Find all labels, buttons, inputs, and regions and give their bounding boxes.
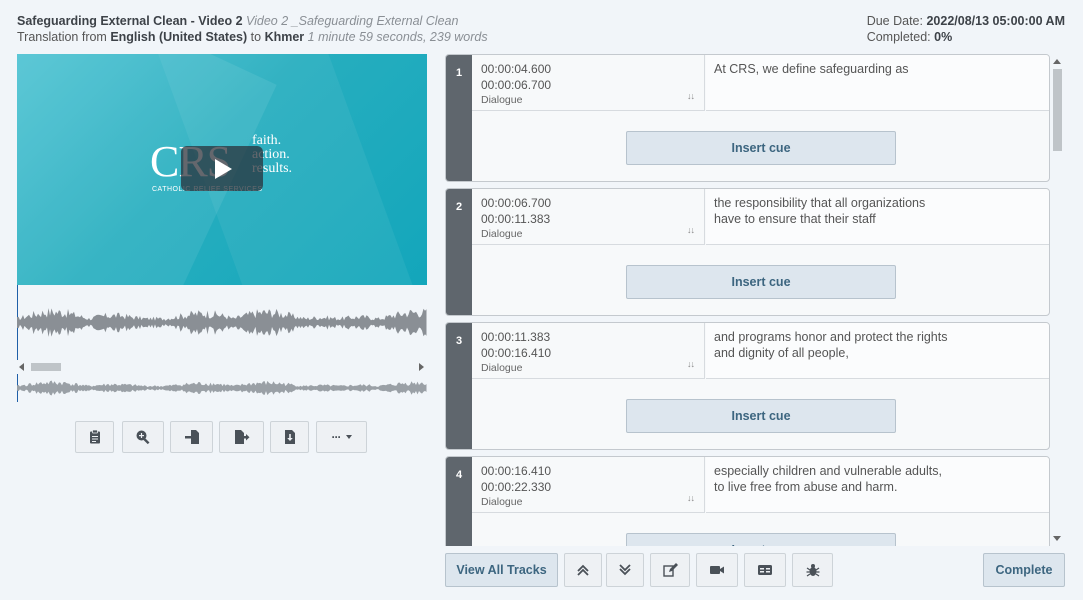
cue-text[interactable]: especially children and vulnerable adult…	[706, 457, 1049, 513]
cue-text[interactable]: At CRS, we define safeguarding as	[706, 55, 1049, 111]
view-all-tracks-button[interactable]: View All Tracks	[445, 553, 558, 587]
cue-end-time: 00:00:16.410	[481, 346, 552, 360]
export-button[interactable]	[219, 421, 264, 453]
cue-end-time: 00:00:06.700	[481, 78, 552, 92]
cue-text-line: to live free from abuse and harm.	[714, 480, 898, 494]
clipboard-button[interactable]	[75, 421, 114, 453]
task-status: Due Date: 2022/08/13 05:00:00 AM Complet…	[867, 13, 1065, 45]
next-cue-button[interactable]	[606, 553, 644, 587]
import-icon	[184, 430, 199, 444]
translation-prefix: Translation from	[17, 30, 107, 44]
sort-icon[interactable]: ↓↓	[687, 88, 695, 104]
zoom-button[interactable]	[122, 421, 164, 453]
cue-text-line: and dignity of all people,	[714, 346, 849, 360]
clipboard-icon	[89, 429, 100, 444]
more-options-button[interactable]: ···	[316, 421, 367, 453]
cue-row: 1 00:00:04.600 00:00:06.700 Dialogue ↓↓ …	[445, 54, 1050, 182]
task-title: Safeguarding External Clean - Video 2	[17, 14, 243, 28]
cue-number: 4	[446, 457, 472, 546]
bug-icon	[806, 564, 819, 577]
cue-number: 1	[446, 55, 472, 181]
video-player[interactable]: CRS faith. action. results. CATHOLIC REL…	[17, 54, 427, 285]
scroll-down-icon[interactable]	[1053, 536, 1061, 541]
edit-button[interactable]	[650, 553, 690, 587]
audio-waveform[interactable]	[17, 285, 427, 360]
complete-button[interactable]: Complete	[983, 553, 1065, 587]
due-date-label: Due Date:	[866, 14, 923, 28]
cue-list-scrollbar[interactable]	[1050, 54, 1064, 546]
cue-text-line: especially children and vulnerable adult…	[714, 464, 942, 478]
insert-cue-button[interactable]: Insert cue	[626, 399, 896, 433]
target-language: Khmer	[264, 30, 305, 44]
cue-start-time: 00:00:04.600	[481, 62, 552, 76]
insert-cue-button[interactable]: Insert cue	[626, 265, 896, 299]
cue-row: 3 00:00:11.383 00:00:16.410 Dialogue ↓↓ …	[445, 322, 1050, 450]
edit-icon	[663, 563, 678, 577]
zoom-in-icon	[136, 430, 150, 445]
previous-cue-button[interactable]	[564, 553, 602, 587]
insert-cue-button[interactable]: Insert cue	[626, 131, 896, 165]
cue-timing[interactable]: 00:00:06.700 00:00:11.383 Dialogue ↓↓	[472, 189, 705, 245]
completed-label: Completed:	[866, 30, 931, 44]
more-icon: ···	[331, 430, 342, 444]
import-button[interactable]	[170, 421, 213, 453]
play-icon[interactable]	[181, 146, 263, 191]
cue-text-line: At CRS, we define safeguarding as	[714, 62, 909, 76]
cue-timing[interactable]: 00:00:16.410 00:00:22.330 Dialogue ↓↓	[472, 457, 705, 513]
video-camera-icon	[710, 566, 724, 574]
cue-type: Dialogue	[481, 94, 523, 106]
cue-row: 4 00:00:16.410 00:00:22.330 Dialogue ↓↓ …	[445, 456, 1050, 546]
waveform-scrollbar[interactable]	[17, 361, 427, 373]
cue-start-time: 00:00:06.700	[481, 196, 552, 210]
cue-type: Dialogue	[481, 362, 523, 374]
cue-text-line: the responsibility that all organization…	[714, 196, 926, 210]
cue-number: 3	[446, 323, 472, 449]
scrollbar-thumb[interactable]	[31, 363, 61, 371]
cue-text-line: have to ensure that their staff	[714, 212, 876, 226]
double-chevron-down-icon	[619, 564, 631, 576]
task-subtitle: Video 2 _Safeguarding External Clean	[246, 14, 459, 28]
duration-info: 1 minute 59 seconds, 239 words	[307, 30, 488, 44]
double-chevron-up-icon	[577, 564, 589, 576]
cue-type: Dialogue	[481, 496, 523, 508]
report-bug-button[interactable]	[792, 553, 833, 587]
source-language: English (United States)	[110, 30, 248, 44]
chevron-down-icon	[345, 435, 352, 439]
cue-text[interactable]: the responsibility that all organization…	[706, 189, 1049, 245]
scroll-up-icon[interactable]	[1053, 59, 1061, 64]
cue-text[interactable]: and programs honor and protect the right…	[706, 323, 1049, 379]
sort-icon[interactable]: ↓↓	[687, 222, 695, 238]
insert-cue-button[interactable]: Insert cue	[626, 533, 896, 546]
scroll-right-icon[interactable]	[419, 363, 424, 371]
cue-list[interactable]: 1 00:00:04.600 00:00:06.700 Dialogue ↓↓ …	[445, 54, 1050, 546]
export-icon	[234, 430, 249, 444]
overview-waveform[interactable]	[17, 374, 427, 402]
closed-caption-icon	[758, 565, 772, 575]
cue-end-time: 00:00:11.383	[481, 212, 551, 226]
download-button[interactable]	[270, 421, 309, 453]
cue-start-time: 00:00:16.410	[481, 464, 552, 478]
completed-value: 0%	[934, 30, 953, 44]
cue-number: 2	[446, 189, 472, 315]
scroll-left-icon[interactable]	[19, 363, 24, 371]
cue-timing[interactable]: 00:00:04.600 00:00:06.700 Dialogue ↓↓	[472, 55, 705, 111]
to-word: to	[250, 30, 262, 44]
cue-row: 2 00:00:06.700 00:00:11.383 Dialogue ↓↓ …	[445, 188, 1050, 316]
cue-timing[interactable]: 00:00:11.383 00:00:16.410 Dialogue ↓↓	[472, 323, 705, 379]
cue-text-line: and programs honor and protect the right…	[714, 330, 948, 344]
sort-icon[interactable]: ↓↓	[687, 490, 695, 506]
cue-start-time: 00:00:11.383	[481, 330, 551, 344]
cue-end-time: 00:00:22.330	[481, 480, 552, 494]
cue-type: Dialogue	[481, 228, 523, 240]
due-date-value: 2022/08/13 05:00:00 AM	[926, 14, 1065, 28]
video-toggle-button[interactable]	[696, 553, 738, 587]
sort-icon[interactable]: ↓↓	[687, 356, 695, 372]
scrollbar-thumb[interactable]	[1053, 69, 1062, 151]
captions-button[interactable]	[744, 553, 786, 587]
download-icon	[284, 430, 295, 444]
task-header: Safeguarding External Clean - Video 2 Vi…	[17, 13, 488, 45]
